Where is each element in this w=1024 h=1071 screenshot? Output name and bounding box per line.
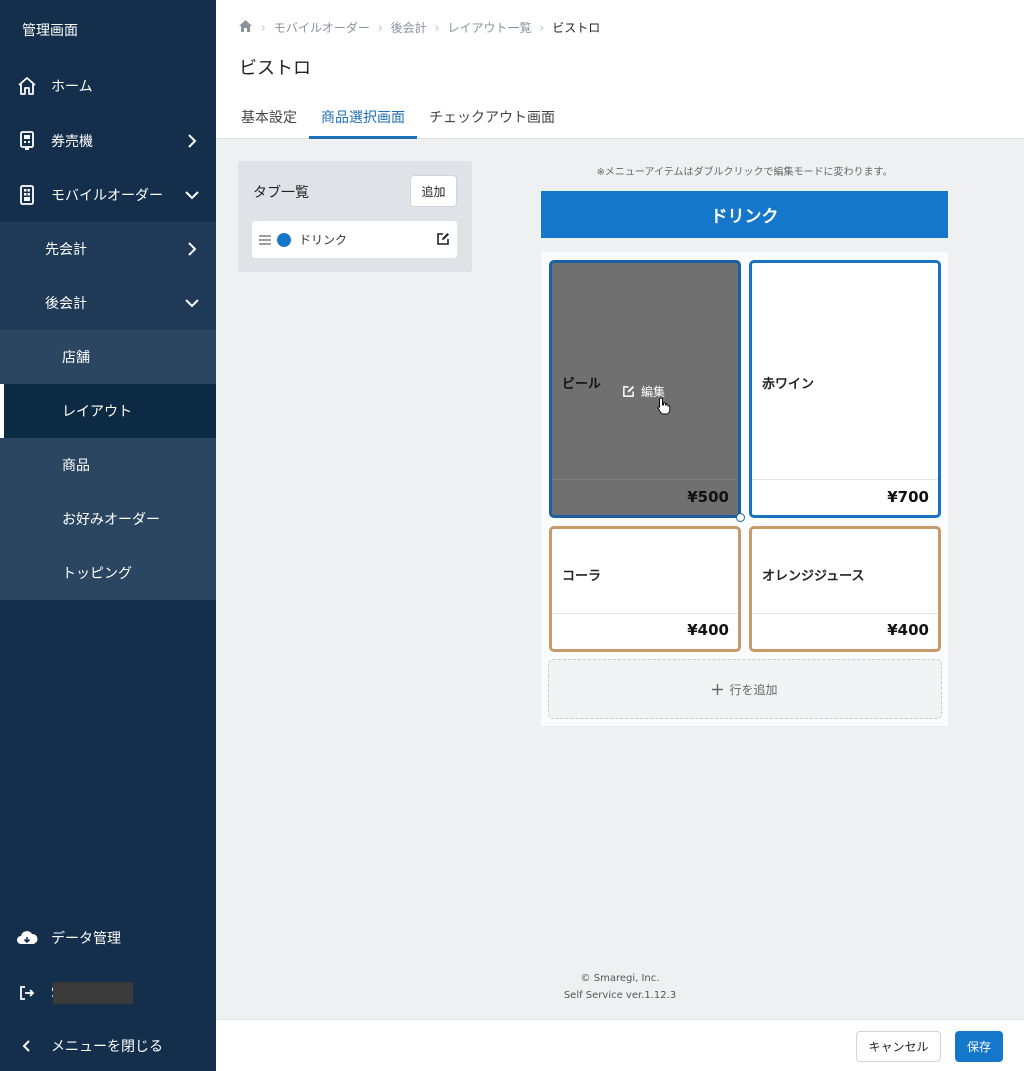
chevron-right-icon xyxy=(188,242,197,256)
mobile-icon xyxy=(16,184,38,206)
breadcrumb-separator: › xyxy=(539,20,545,35)
menu-item-price: ¥500 xyxy=(687,488,729,506)
drag-handle-icon[interactable] xyxy=(259,234,271,245)
sidebar-title: 管理画面 xyxy=(22,23,78,39)
sidebar-item-layout[interactable]: レイアウト xyxy=(0,384,216,438)
chevron-left-icon xyxy=(16,1035,38,1057)
chevron-down-icon xyxy=(185,299,199,308)
breadcrumb-separator: › xyxy=(377,20,383,35)
tab-basic-settings[interactable]: 基本設定 xyxy=(229,103,309,139)
sidebar-item-data-management[interactable]: データ管理 xyxy=(0,911,216,965)
sidebar-item-label: 商品 xyxy=(62,458,90,474)
breadcrumb-item[interactable]: モバイルオーダー xyxy=(274,19,370,36)
resize-handle[interactable] xyxy=(736,513,745,522)
tab-list-item[interactable]: ドリンク xyxy=(252,221,457,258)
tab-product-selection[interactable]: 商品選択画面 xyxy=(309,103,417,139)
sidebar-item-stores[interactable]: 店舗 xyxy=(0,330,216,384)
sidebar: 管理画面 ホーム 券売機 モバイルオーダー 先会計 後会計 店舗 レイアウト 商… xyxy=(0,0,216,1071)
plus-icon xyxy=(712,683,724,695)
edit-icon[interactable] xyxy=(436,232,450,246)
sidebar-item-label: 後会計 xyxy=(45,296,87,312)
sidebar-item-mobile-order[interactable]: モバイルオーダー xyxy=(0,168,216,222)
hand-cursor-icon xyxy=(657,397,671,415)
breadcrumb-separator: › xyxy=(261,20,266,35)
menu-item-card[interactable]: 赤ワイン ¥700 xyxy=(749,260,941,518)
ticket-machine-icon xyxy=(16,130,38,152)
sidebar-item-label: お好みオーダー xyxy=(62,512,160,528)
copyright: © Smaregi, Inc. xyxy=(580,973,660,984)
menu-item-price: ¥400 xyxy=(887,621,929,639)
chevron-right-icon xyxy=(188,134,197,148)
action-footer: キャンセル 保存 xyxy=(216,1019,1024,1071)
home-icon[interactable] xyxy=(238,19,253,36)
sidebar-item-label: メニューを閉じる xyxy=(51,1039,163,1055)
sidebar-item-label: データ管理 xyxy=(51,931,121,947)
menu-item-grid: ビール 編集 ¥500 赤ワイン ¥700 コーラ ¥400 オレンジジュース … xyxy=(541,252,948,726)
price-divider xyxy=(552,479,738,480)
chevron-down-icon xyxy=(185,191,199,200)
add-tab-button[interactable]: 追加 xyxy=(410,175,457,207)
sidebar-item-prepay[interactable]: 先会計 xyxy=(0,222,216,276)
sidebar-item-label: トッピング xyxy=(62,566,132,582)
menu-item-card[interactable]: ビール 編集 ¥500 xyxy=(549,260,745,522)
redacted-username xyxy=(53,982,133,1004)
double-click-note: ※メニューアイテムはダブルクリックで編集モードに変わります。 xyxy=(596,167,893,178)
credits: © Smaregi, Inc. Self Service ver.1.12.3 xyxy=(520,970,720,1004)
save-button[interactable]: 保存 xyxy=(955,1031,1003,1062)
price-divider xyxy=(552,613,738,614)
sidebar-item-close-menu[interactable]: メニューを閉じる xyxy=(0,1019,216,1071)
add-row-label: 行を追加 xyxy=(729,682,778,697)
edit-icon xyxy=(623,385,635,397)
breadcrumb-current: ビストロ xyxy=(552,21,601,35)
tab-list-title: タブ一覧 xyxy=(253,185,309,201)
price-divider xyxy=(752,613,938,614)
version: Self Service ver.1.12.3 xyxy=(563,990,677,1001)
cancel-button[interactable]: キャンセル xyxy=(856,1031,941,1062)
page-title: ビストロ xyxy=(239,58,311,79)
menu-item-card[interactable]: オレンジジュース ¥400 xyxy=(749,526,941,652)
sidebar-item-label: 券売機 xyxy=(51,134,93,150)
tab-list-panel: タブ一覧 追加 ドリンク xyxy=(238,161,472,272)
home-icon xyxy=(16,75,38,97)
sidebar-item-home[interactable]: ホーム xyxy=(0,59,216,113)
menu-item-name: ビール xyxy=(562,377,602,392)
breadcrumb-separator: › xyxy=(434,20,440,35)
page-header: › モバイルオーダー › 後会計 › レイアウト一覧 › ビストロ ビストロ 基… xyxy=(216,0,1024,139)
sidebar-item-label: モバイルオーダー xyxy=(51,188,163,204)
tab-bar: 基本設定 商品選択画面 チェックアウト画面 xyxy=(229,103,567,139)
sidebar-item-ticket-machine[interactable]: 券売機 xyxy=(0,114,216,168)
logout-icon xyxy=(16,982,38,1004)
sidebar-item-label: ホーム xyxy=(51,79,93,95)
tab-checkout[interactable]: チェックアウト画面 xyxy=(417,103,567,139)
menu-item-name: 赤ワイン xyxy=(762,377,815,392)
price-divider xyxy=(752,479,938,480)
cloud-icon xyxy=(16,927,38,949)
breadcrumb-item[interactable]: レイアウト一覧 xyxy=(447,19,531,36)
sidebar-item-toppings[interactable]: トッピング xyxy=(0,546,216,600)
add-row-button[interactable]: 行を追加 xyxy=(548,659,942,719)
breadcrumb: › モバイルオーダー › 後会計 › レイアウト一覧 › ビストロ xyxy=(238,19,600,36)
sidebar-item-products[interactable]: 商品 xyxy=(0,438,216,492)
sidebar-item-custom-order[interactable]: お好みオーダー xyxy=(0,492,216,546)
tab-list-item-label: ドリンク xyxy=(299,233,348,247)
menu-item-card[interactable]: コーラ ¥400 xyxy=(549,526,741,652)
preview-tab-header: ドリンク xyxy=(541,191,948,238)
menu-item-price: ¥400 xyxy=(687,621,729,639)
menu-item-price: ¥700 xyxy=(887,488,929,506)
sidebar-item-postpay[interactable]: 後会計 xyxy=(0,276,216,330)
menu-item-name: コーラ xyxy=(562,569,602,584)
sidebar-item-label: 先会計 xyxy=(45,242,87,258)
breadcrumb-item[interactable]: 後会計 xyxy=(391,19,427,36)
sidebar-item-label: レイアウト xyxy=(62,404,132,420)
menu-item-name: オレンジジュース xyxy=(762,569,865,584)
tab-color-dot xyxy=(277,232,291,247)
sidebar-item-label: 店舗 xyxy=(62,350,90,366)
